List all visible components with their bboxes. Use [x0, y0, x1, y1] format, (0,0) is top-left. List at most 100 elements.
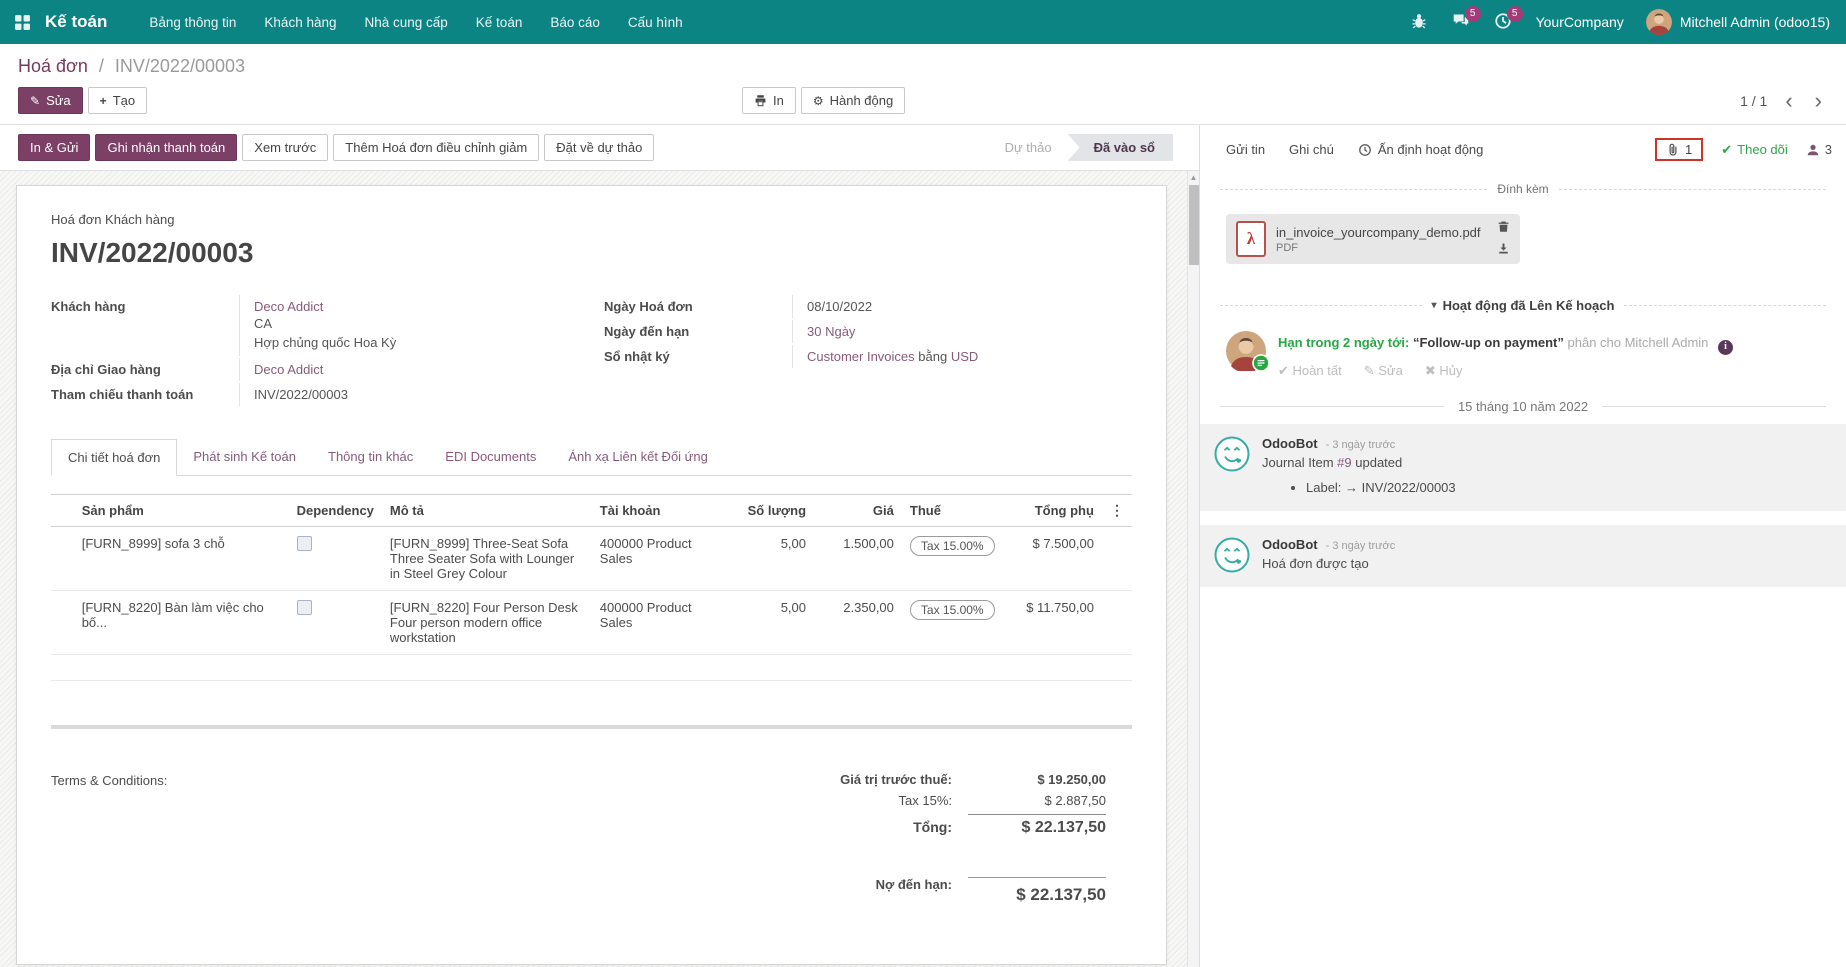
pager-previous-icon[interactable]: ‹: [1781, 94, 1796, 108]
form-status-header: In & Gửi Ghi nhận thanh toán Xem trước T…: [0, 125, 1199, 171]
col-description[interactable]: Mô tả: [382, 495, 592, 527]
follow-button[interactable]: ✔ Theo dõi: [1721, 142, 1788, 158]
delete-attachment-button[interactable]: [1497, 220, 1510, 236]
send-and-print-button[interactable]: In & Gửi: [18, 134, 90, 161]
tab-other-info[interactable]: Thông tin khác: [312, 439, 429, 476]
attachments-section-title: Đính kèm: [1497, 182, 1548, 196]
attachments-button[interactable]: 1: [1655, 138, 1703, 161]
app-brand[interactable]: Kế toán: [45, 12, 107, 32]
download-attachment-button[interactable]: [1497, 242, 1510, 258]
customer-link[interactable]: Deco Addict: [254, 299, 323, 314]
activity-info-icon[interactable]: i: [1718, 340, 1733, 355]
delivery-address-link[interactable]: Deco Addict: [254, 362, 323, 377]
nav-item-vendors[interactable]: Nhà cung cấp: [350, 2, 461, 43]
register-payment-button[interactable]: Ghi nhận thanh toán: [95, 134, 237, 161]
field-delivery-address: Địa chỉ Giao hàng Deco Addict: [51, 358, 558, 381]
payment-terms-link[interactable]: 30 Ngày: [807, 324, 855, 339]
currency-link[interactable]: USD: [951, 349, 978, 364]
person-icon: [1806, 143, 1820, 157]
pdf-file-icon: λ: [1236, 221, 1266, 257]
pager-next-icon[interactable]: ›: [1811, 94, 1826, 108]
field-payment-reference: Tham chiếu thanh toán INV/2022/00003: [51, 383, 558, 406]
customer-address-line1: CA: [254, 314, 558, 333]
col-account[interactable]: Tài khoản: [592, 495, 722, 527]
messages-icon[interactable]: 5: [1452, 12, 1472, 32]
form-panel: In & Gửi Ghi nhận thanh toán Xem trước T…: [0, 125, 1200, 967]
col-tax[interactable]: Thuế: [902, 495, 1003, 527]
scrollbar-thumb[interactable]: [1189, 185, 1199, 265]
journal-link[interactable]: Customer Invoices: [807, 349, 915, 364]
activity-cancel-button[interactable]: ✖ Hủy: [1425, 363, 1463, 379]
log-note-button[interactable]: Ghi chú: [1289, 142, 1334, 157]
breadcrumb-parent-link[interactable]: Hoá đơn: [18, 56, 88, 76]
amount-due-value: $ 22.137,50: [968, 877, 1106, 905]
user-menu[interactable]: Mitchell Admin (odoo15): [1646, 9, 1830, 35]
message-item: OdooBot - 3 ngày trước Hoá đơn được tạo: [1200, 525, 1846, 587]
nav-item-accounting[interactable]: Kế toán: [462, 2, 537, 43]
followers-button[interactable]: 3: [1806, 142, 1832, 157]
tab-journal-items[interactable]: Phát sinh Kế toán: [177, 439, 312, 476]
line-subtotal: $ 11.750,00: [1003, 591, 1102, 655]
debug-bug-icon[interactable]: [1410, 12, 1430, 32]
vertical-scrollbar[interactable]: ▲: [1187, 171, 1199, 967]
message-text: Hoá đơn được tạo: [1262, 556, 1395, 571]
message-author[interactable]: OdooBot: [1262, 436, 1318, 451]
create-button[interactable]: + Tạo: [88, 87, 147, 114]
tab-edi-documents[interactable]: EDI Documents: [429, 439, 552, 476]
breadcrumb: Hoá đơn / INV/2022/00003: [0, 44, 1846, 79]
edit-button[interactable]: ✎ Sửa: [18, 87, 83, 114]
status-stage-draft[interactable]: Dự thảo: [989, 134, 1068, 161]
col-quantity[interactable]: Số lượng: [722, 495, 814, 527]
line-product: [FURN_8999] sofa 3 chỗ: [74, 527, 289, 591]
col-product[interactable]: Sản phẩm: [74, 495, 289, 527]
print-button[interactable]: In: [742, 87, 796, 114]
activity-edit-button[interactable]: ✎ Sửa: [1364, 363, 1403, 379]
activities-clock-icon[interactable]: 5: [1494, 12, 1514, 32]
activities-badge: 5: [1507, 6, 1523, 22]
activity-done-button[interactable]: ✔ Hoàn tất: [1278, 363, 1342, 379]
followers-count: 3: [1825, 142, 1832, 157]
nav-item-customers[interactable]: Khách hàng: [250, 2, 350, 43]
nav-item-configuration[interactable]: Cấu hình: [614, 2, 697, 43]
invoice-date-label: Ngày Hoá đơn: [604, 295, 792, 318]
invoice-lines-table: Sản phẩm Dependency Mô tả Tài khoản Số l…: [51, 494, 1132, 681]
tax-tag: Tax 15.00%: [910, 600, 995, 620]
action-button[interactable]: ⚙ Hành động: [801, 87, 905, 114]
line-description: [FURN_8999] Three-Seat Sofa Three Seater…: [382, 527, 592, 591]
nav-item-reports[interactable]: Báo cáo: [536, 2, 614, 43]
tab-invoice-lines[interactable]: Chi tiết hoá đơn: [51, 439, 177, 476]
company-switcher[interactable]: YourCompany: [1536, 14, 1624, 30]
reset-to-draft-button[interactable]: Đặt về dự thảo: [544, 134, 654, 161]
col-price[interactable]: Giá: [814, 495, 902, 527]
nav-item-dashboard[interactable]: Bảng thông tin: [135, 2, 250, 43]
attachment-card: λ in_invoice_yourcompany_demo.pdf PDF: [1226, 214, 1520, 264]
schedule-activity-button[interactable]: Ấn định hoạt động: [1358, 142, 1484, 157]
line-description: [FURN_8220] Four Person Desk Four person…: [382, 591, 592, 655]
pencil-icon: ✎: [30, 94, 40, 108]
message-author[interactable]: OdooBot: [1262, 537, 1318, 552]
odoobot-avatar: [1214, 537, 1250, 573]
gear-icon: ⚙: [813, 94, 824, 108]
journal-item-link[interactable]: #9: [1337, 455, 1351, 470]
optional-columns-icon[interactable]: ⋮: [1110, 502, 1124, 518]
col-subtotal[interactable]: Tổng phụ: [1003, 495, 1102, 527]
attachment-filename[interactable]: in_invoice_yourcompany_demo.pdf: [1276, 225, 1481, 240]
tab-counterpart-mapping[interactable]: Ánh xạ Liên kết Đối ứng: [552, 439, 724, 476]
scrollbar-up-icon[interactable]: ▲: [1188, 171, 1199, 182]
customer-address-line2: Hợp chủng quốc Hoa Kỳ: [254, 333, 558, 352]
check-icon: ✔: [1721, 142, 1732, 158]
invoice-line-row[interactable]: [FURN_8220] Bàn làm việc cho bố... [FURN…: [51, 591, 1132, 655]
clock-icon: [1358, 143, 1372, 157]
terms-label: Terms & Conditions:: [51, 769, 167, 908]
message-date-separator: 15 tháng 10 năm 2022: [1200, 383, 1846, 424]
activity-type-badge-icon: [1252, 354, 1270, 375]
send-message-button[interactable]: Gửi tin: [1226, 142, 1265, 157]
activity-summary: “Follow-up on payment”: [1413, 335, 1564, 350]
apps-grid-icon[interactable]: [14, 14, 31, 31]
preview-button[interactable]: Xem trước: [242, 134, 328, 161]
add-credit-note-button[interactable]: Thêm Hoá đơn điều chỉnh giảm: [333, 134, 539, 161]
invoice-line-row[interactable]: [FURN_8999] sofa 3 chỗ [FURN_8999] Three…: [51, 527, 1132, 591]
status-stage-posted[interactable]: Đã vào sổ: [1068, 134, 1173, 161]
planned-activities-header[interactable]: ▾ Hoạt động đã Lên Kế hoạch: [1432, 298, 1615, 313]
col-dependency[interactable]: Dependency: [289, 495, 382, 527]
